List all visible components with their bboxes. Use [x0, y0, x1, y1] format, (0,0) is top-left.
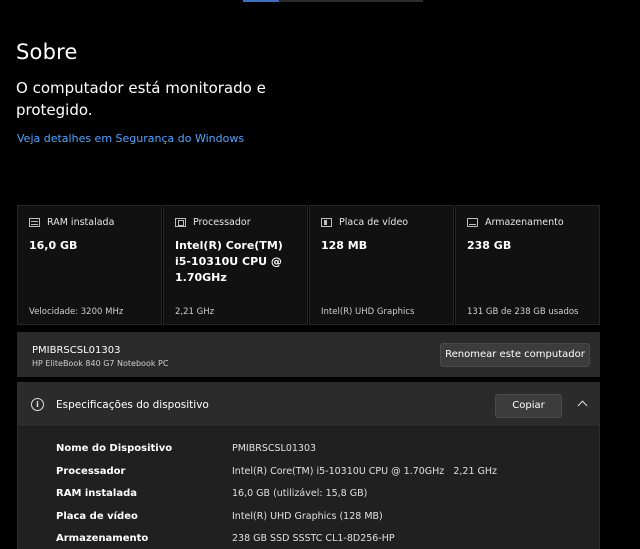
processor-icon: [175, 218, 186, 227]
gpu-icon: [321, 218, 332, 227]
card-label: Armazenamento: [485, 217, 564, 228]
top-accent-bar: [243, 0, 279, 2]
specs-title: Especificações do dispositivo: [56, 399, 209, 411]
spec-key: RAM instalada: [56, 488, 137, 499]
device-name-bar: PMIBRSCSL01303 HP EliteBook 840 G7 Noteb…: [17, 332, 600, 377]
card-processor: Processador Intel(R) Core(TM) i5-10310U …: [163, 205, 308, 325]
device-specifications-panel: i Especificações do dispositivo Copiar N…: [17, 382, 600, 549]
copy-button[interactable]: Copiar: [495, 394, 562, 418]
top-scroll-indicator: [243, 0, 423, 2]
spec-row: Nome do Dispositivo PMIBRSCSL01303: [56, 443, 586, 466]
page-title: Sobre: [16, 40, 78, 64]
card-value: Intel(R) Core(TM) i5-10310U CPU @ 1.70GH…: [175, 239, 283, 284]
spec-value: Intel(R) UHD Graphics (128 MB): [232, 510, 383, 522]
spec-key: Nome do Dispositivo: [56, 443, 173, 454]
card-storage: Armazenamento 238 GB 131 GB de 238 GB us…: [455, 205, 600, 325]
card-value: 128 MB: [321, 239, 368, 252]
spec-row: Armazenamento 238 GB SSD SSSTC CL1-8D256…: [56, 533, 586, 549]
spec-key: Placa de vídeo: [56, 510, 138, 522]
card-footer: Intel(R) UHD Graphics: [321, 307, 415, 317]
info-icon: i: [31, 398, 44, 411]
hardware-summary-cards: RAM instalada 16,0 GB Velocidade: 3200 M…: [17, 205, 600, 325]
chevron-up-icon[interactable]: [577, 399, 589, 409]
card-label: Processador: [193, 217, 251, 228]
card-footer: 2,21 GHz: [175, 307, 215, 317]
spec-key: Armazenamento: [56, 533, 149, 544]
security-details-link[interactable]: Veja detalhes em Segurança do Windows: [17, 132, 244, 145]
spec-value: PMIBRSCSL01303: [232, 443, 317, 454]
spec-row: Processador Intel(R) Core(TM) i5-10310U …: [56, 466, 586, 489]
card-value: 16,0 GB: [29, 239, 78, 252]
storage-icon: [467, 218, 478, 227]
rename-computer-button[interactable]: Renomear este computador: [440, 343, 590, 367]
card-value: 238 GB: [467, 239, 512, 252]
card-gpu: Placa de vídeo 128 MB Intel(R) UHD Graph…: [309, 205, 454, 325]
spec-key: Processador: [56, 465, 126, 477]
ram-icon: [29, 218, 40, 227]
protection-status: O computador está monitorado e protegido…: [16, 79, 266, 119]
card-label: Placa de vídeo: [339, 217, 409, 228]
card-ram: RAM instalada 16,0 GB Velocidade: 3200 M…: [17, 205, 162, 325]
spec-value: Intel(R) Core(TM) i5-10310U CPU @ 1.70GH…: [232, 465, 498, 477]
spec-row: Placa de vídeo Intel(R) UHD Graphics (12…: [56, 511, 586, 534]
device-model: HP EliteBook 840 G7 Notebook PC: [32, 359, 169, 368]
spec-row: RAM instalada 16,0 GB (utilizável: 15,8 …: [56, 488, 586, 511]
card-footer: Velocidade: 3200 MHz: [29, 307, 124, 317]
specs-rows: Nome do Dispositivo PMIBRSCSL01303 Proce…: [56, 443, 586, 549]
device-name: PMIBRSCSL01303: [32, 345, 121, 356]
spec-value: 238 GB SSD SSSTC CL1-8D256-HP: [232, 533, 395, 544]
specs-header[interactable]: i Especificações do dispositivo Copiar: [18, 383, 599, 427]
spec-value: 16,0 GB (utilizável: 15,8 GB): [232, 488, 368, 499]
card-label: RAM instalada: [47, 217, 115, 228]
card-footer: 131 GB de 238 GB usados: [467, 307, 579, 317]
